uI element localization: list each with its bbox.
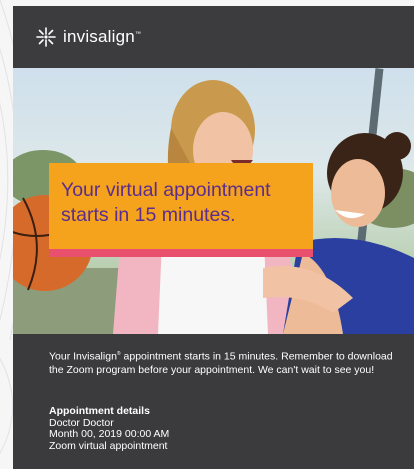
details-datetime: Month 00, 2019 00:00 AM (49, 428, 170, 440)
details-location: Zoom virtual appointment (49, 439, 168, 452)
banner-headline: Your virtual appointment starts in 15 mi… (61, 179, 271, 226)
invisalign-star-logo-icon (36, 27, 56, 47)
details-heading: Appointment details (49, 405, 150, 417)
appointment-banner: Your virtual appointment starts in 15 mi… (49, 163, 313, 249)
brand-logo[interactable]: invisalign™ (35, 26, 141, 48)
brand-name: invisalign™ (63, 27, 142, 46)
appointment-details: Appointment details Doctor Doctor Month … (49, 405, 389, 452)
email-card: invisalign™ Your virtual appointment sta… (13, 6, 414, 469)
message-text: Your Invisalign® appointment starts in 1… (49, 350, 393, 377)
banner-accent-stripe (49, 249, 313, 257)
email-header: invisalign™ (13, 6, 414, 68)
